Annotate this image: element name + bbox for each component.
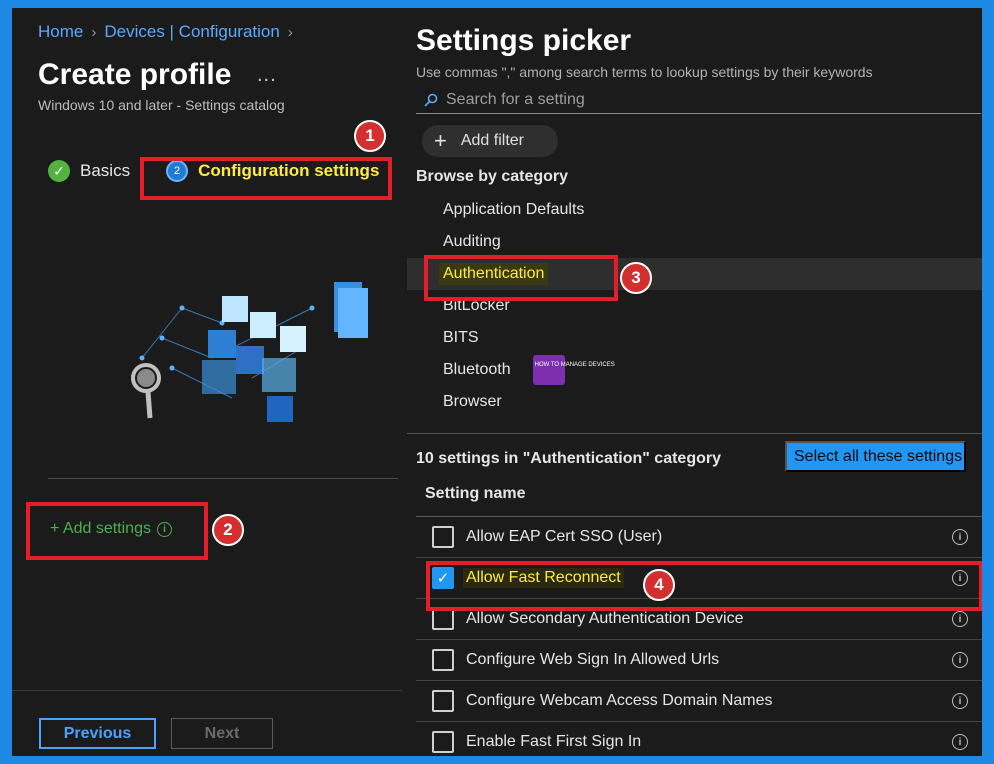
setting-row[interactable]: Configure Web Sign In Allowed Urls i: [416, 640, 982, 681]
next-button[interactable]: Next: [171, 718, 273, 749]
info-icon[interactable]: i: [952, 529, 968, 545]
category-label: Browser: [443, 393, 502, 410]
search-icon: [424, 93, 438, 107]
check-circle-icon: ✓: [48, 160, 70, 182]
add-settings-label: + Add settings: [50, 520, 151, 537]
add-filter-button[interactable]: + Add filter: [422, 125, 558, 157]
add-filter-label: Add filter: [460, 132, 524, 149]
category-item[interactable]: Auditing: [407, 226, 982, 258]
callout-badge-3: 3: [620, 262, 652, 294]
search-bar[interactable]: [416, 86, 981, 114]
category-label: Auditing: [443, 233, 501, 250]
category-item[interactable]: Browser: [407, 386, 982, 418]
settings-count: 10 settings in "Authentication" category: [416, 450, 721, 467]
picker-title: Settings picker: [416, 24, 632, 57]
page-title: Create profile: [38, 58, 232, 91]
picker-help-text: Use commas "," among search terms to loo…: [416, 64, 873, 80]
callout-badge-4: 4: [643, 569, 675, 601]
chevron-right-icon: ›: [287, 23, 293, 41]
category-item[interactable]: Bluetooth HOW TO MANAGE DEVICES: [407, 354, 982, 386]
settings-list: Allow EAP Cert SSO (User) i ✓ Allow Fast…: [416, 517, 982, 756]
setting-row[interactable]: Enable Fast First Sign In i: [416, 722, 982, 756]
step-basics[interactable]: ✓ Basics: [48, 160, 130, 182]
setting-row[interactable]: Configure Webcam Access Domain Names i: [416, 681, 982, 722]
category-list: Application Defaults Auditing Authentica…: [407, 194, 982, 418]
chevron-right-icon: ›: [91, 23, 97, 41]
setting-label: Configure Web Sign In Allowed Urls: [466, 651, 720, 668]
setting-checkbox[interactable]: [432, 649, 454, 671]
callout-box: [424, 255, 618, 301]
category-label: BITS: [443, 329, 479, 346]
column-header-setting-name: Setting name: [425, 485, 526, 502]
breadcrumb-devices-configuration[interactable]: Devices | Configuration: [104, 22, 279, 42]
info-icon[interactable]: i: [952, 693, 968, 709]
select-all-button[interactable]: Select all these settings: [785, 441, 966, 472]
setting-label: Configure Webcam Access Domain Names: [466, 692, 773, 709]
callout-box: [140, 157, 392, 200]
divider: [407, 433, 982, 434]
info-icon[interactable]: i: [952, 611, 968, 627]
callout-box: [426, 561, 982, 611]
browse-by-category-heading: Browse by category: [416, 168, 569, 185]
add-settings-link[interactable]: + Add settings i: [50, 520, 172, 538]
info-icon[interactable]: i: [952, 652, 968, 668]
breadcrumb: Home › Devices | Configuration ›: [38, 22, 293, 42]
category-item[interactable]: Application Defaults: [407, 194, 982, 226]
more-options-icon[interactable]: ...: [257, 64, 277, 87]
create-profile-pane: Home › Devices | Configuration › Create …: [12, 8, 402, 756]
setting-label: Allow EAP Cert SSO (User): [466, 528, 663, 545]
previous-button[interactable]: Previous: [39, 718, 156, 749]
step-label: Basics: [80, 161, 131, 180]
plus-icon: +: [434, 128, 447, 153]
app-frame: Home › Devices | Configuration › Create …: [12, 8, 982, 756]
category-item[interactable]: BITS: [407, 322, 982, 354]
info-icon[interactable]: i: [952, 734, 968, 750]
setting-label: Allow Secondary Authentication Device: [466, 610, 744, 627]
callout-badge-1: 1: [354, 120, 386, 152]
category-label: Application Defaults: [443, 201, 585, 218]
divider: [12, 690, 402, 691]
search-input[interactable]: [446, 90, 946, 109]
settings-illustration: [131, 282, 368, 422]
page-subtitle: Windows 10 and later - Settings catalog: [38, 97, 285, 113]
settings-picker-pane: Settings picker Use commas "," among sea…: [407, 8, 982, 756]
setting-row[interactable]: Allow EAP Cert SSO (User) i: [416, 517, 982, 558]
setting-checkbox[interactable]: [432, 526, 454, 548]
callout-badge-2: 2: [212, 514, 244, 546]
setting-checkbox[interactable]: [432, 690, 454, 712]
setting-checkbox[interactable]: [432, 731, 454, 753]
category-label: Bluetooth: [443, 361, 511, 378]
info-icon[interactable]: i: [156, 521, 172, 537]
setting-checkbox[interactable]: [432, 608, 454, 630]
divider: [48, 478, 398, 479]
setting-label: Enable Fast First Sign In: [466, 733, 642, 750]
watermark-logo: HOW TO MANAGE DEVICES: [532, 355, 615, 385]
breadcrumb-home[interactable]: Home: [38, 22, 83, 42]
